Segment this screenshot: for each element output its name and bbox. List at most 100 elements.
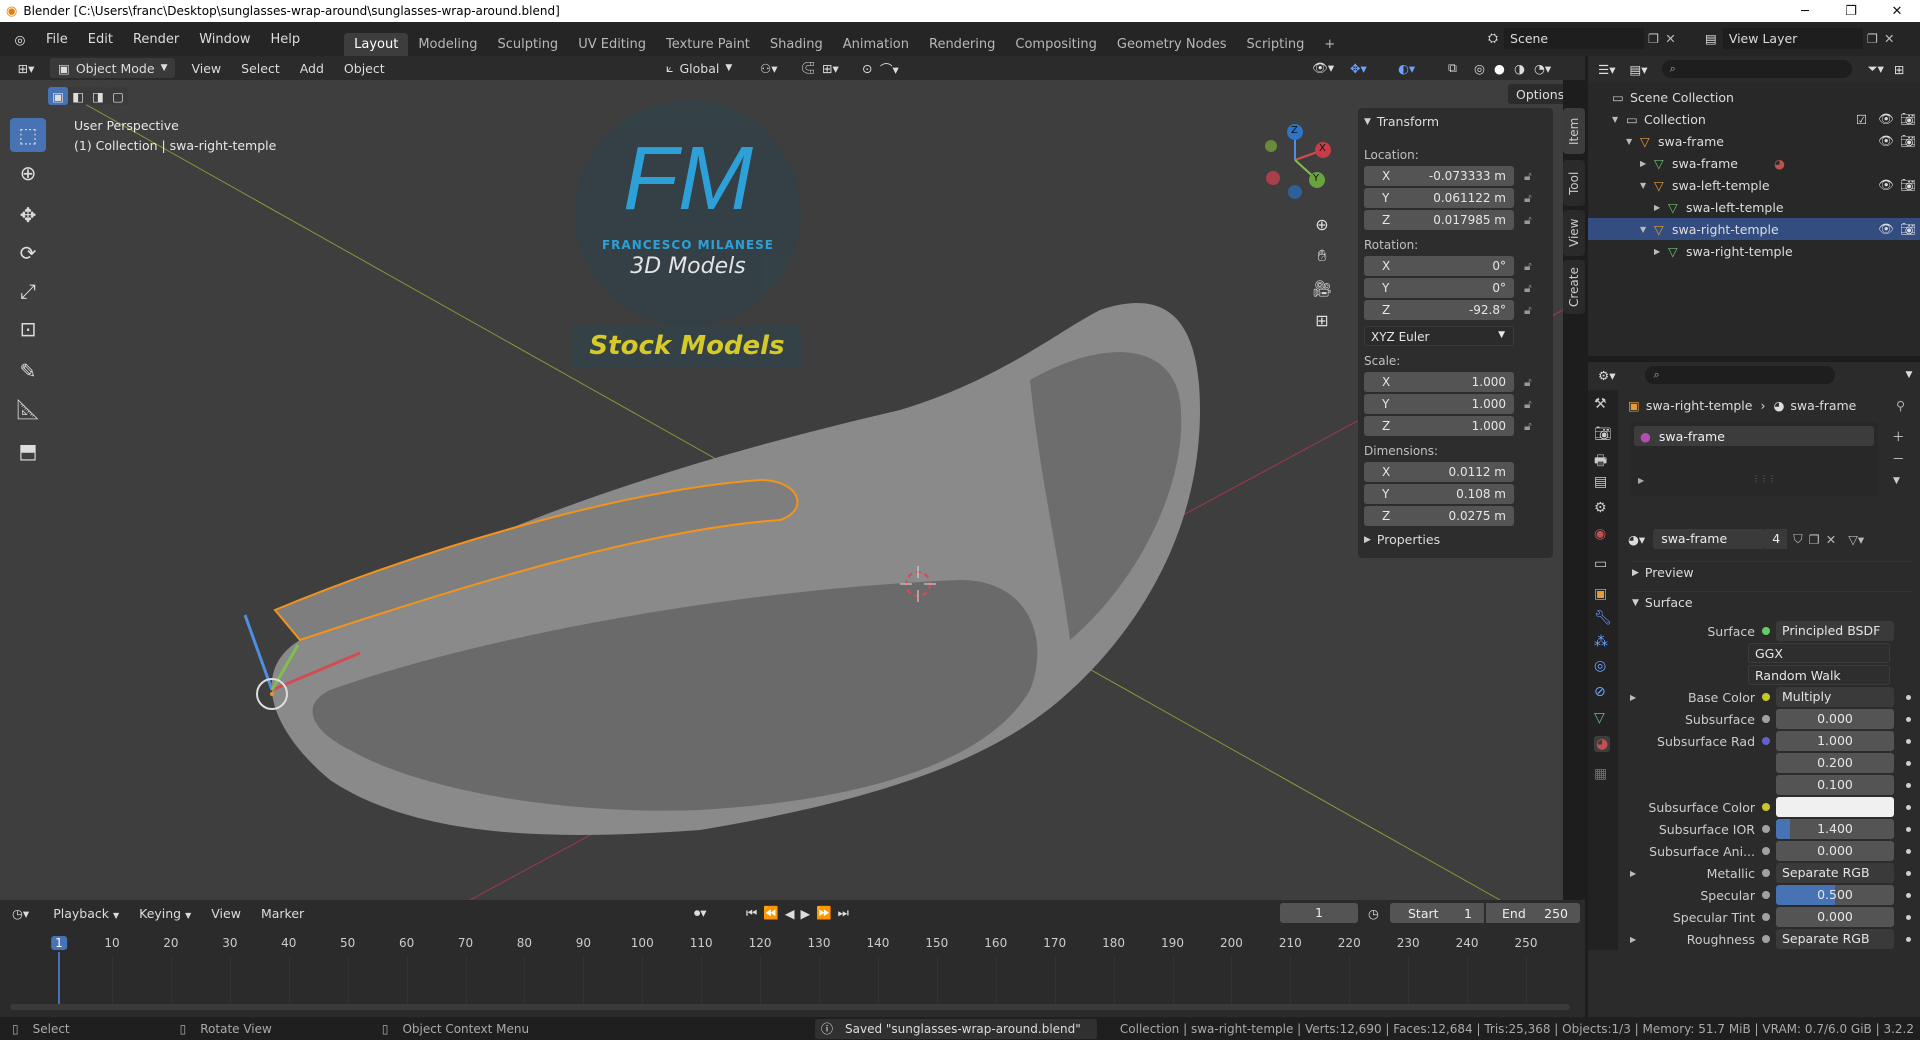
move-tool-icon[interactable]: ✥ <box>10 198 46 232</box>
camera-view-icon[interactable]: 🎥︎ <box>1310 276 1334 300</box>
material-icon[interactable]: ◕ <box>1594 736 1611 752</box>
keyframe-dot-icon[interactable] <box>1906 892 1911 898</box>
socket-icon[interactable] <box>1762 737 1770 745</box>
scale-y-field[interactable]: Y 1.000 <box>1364 394 1514 414</box>
pivot-icon[interactable]: ⚇▾ <box>760 61 777 76</box>
lock-icon[interactable]: 🔓︎ <box>1524 303 1538 317</box>
outliner-row-Scene Collection[interactable]: ▭ Scene Collection <box>1588 86 1920 108</box>
snap-target-icon[interactable]: ⊞▾ <box>822 61 839 76</box>
data-icon[interactable]: ▽ <box>1594 710 1605 726</box>
select-box-tool-icon[interactable]: ⬚ <box>10 118 46 152</box>
chevron-right-icon[interactable]: ▶ <box>1654 247 1660 256</box>
camera-icon[interactable]: 📷︎ <box>1900 177 1916 193</box>
rotation-y-field[interactable]: Y 0° <box>1364 278 1514 298</box>
menu-edit[interactable]: Edit <box>78 32 123 47</box>
workspace-tab-rendering[interactable]: Rendering <box>919 33 1005 56</box>
eye-icon[interactable]: 👁︎ <box>1878 221 1894 237</box>
socket-icon[interactable] <box>1762 693 1770 701</box>
property-value[interactable]: Separate RGB <box>1776 929 1894 949</box>
3d-viewport[interactable]: FM FRANCESCO MILANESE 3D Models Stock Mo… <box>0 80 1563 900</box>
outliner-row-swa-right-temple[interactable]: ▼ ▽ swa-right-temple 👁︎ 📷︎ <box>1588 218 1920 240</box>
transform-tool-icon[interactable]: ⊡ <box>10 312 46 346</box>
chevron-right-icon[interactable]: ▶ <box>1630 869 1636 878</box>
material-browse-icon[interactable]: ◕▾ <box>1628 532 1645 547</box>
dimensions-y-field[interactable]: Y 0.108 m <box>1364 484 1514 504</box>
menu-file[interactable]: File <box>36 32 78 47</box>
socket-icon[interactable] <box>1762 847 1770 855</box>
chevron-right-icon[interactable]: ▶ <box>1654 203 1660 212</box>
duplicate-material-icon[interactable]: ❐ <box>1809 532 1820 547</box>
socket-icon[interactable] <box>1762 803 1770 811</box>
keyframe-dot-icon[interactable] <box>1906 804 1911 810</box>
keyframe-dot-icon[interactable] <box>1906 694 1911 700</box>
gizmo-toggle-icon[interactable]: ✥▾ <box>1350 61 1367 76</box>
socket-icon[interactable] <box>1762 891 1770 899</box>
rotation-x-field[interactable]: X 0° <box>1364 256 1514 276</box>
eye-icon[interactable]: 👁︎ <box>1878 133 1894 149</box>
chevron-down-icon[interactable]: ▼ <box>1640 225 1646 234</box>
rotate-tool-icon[interactable]: ⟳ <box>10 236 46 270</box>
menu-render[interactable]: Render <box>123 32 189 47</box>
workspace-tab-modeling[interactable]: Modeling <box>408 33 487 56</box>
outliner-row-swa-right-temple[interactable]: ▶ ▽ swa-right-temple <box>1588 240 1920 262</box>
keyframe-dot-icon[interactable] <box>1906 870 1911 876</box>
outliner-row-Collection[interactable]: ▼ ▭ Collection ☑ 👁︎ 📷︎ <box>1588 108 1920 130</box>
menu-window[interactable]: Window <box>189 32 260 47</box>
resize-grip-icon[interactable]: ⋮⋮⋮ <box>1752 474 1776 483</box>
workspace-tab-uv-editing[interactable]: UV Editing <box>568 33 656 56</box>
render-icon[interactable]: 📷︎ <box>1594 426 1612 442</box>
transform-header[interactable]: ▼ Transform <box>1364 114 1439 129</box>
outliner-row-swa-left-temple[interactable]: ▼ ▽ swa-left-temple 👁︎ 📷︎ <box>1588 174 1920 196</box>
unlink-material-icon[interactable]: ✕ <box>1826 532 1836 547</box>
keyframe-dot-icon[interactable] <box>1906 848 1911 854</box>
workspace-tab-layout[interactable]: Layout <box>344 33 409 56</box>
world-icon[interactable]: ◉ <box>1594 526 1606 542</box>
workspace-tab-geometry-nodes[interactable]: Geometry Nodes <box>1107 33 1237 56</box>
select-intersect-icon[interactable]: ▢ <box>108 87 128 105</box>
dimensions-x-field[interactable]: X 0.0112 m <box>1364 462 1514 482</box>
saved-report[interactable]: ⓘ Saved "sunglasses-wrap-around.blend" <box>815 1018 1097 1039</box>
editor-type-icon[interactable]: ⚙▾ <box>1598 368 1615 383</box>
scale-x-field[interactable]: X 1.000 <box>1364 372 1514 392</box>
pin-icon[interactable]: ⚲ <box>1896 398 1905 413</box>
rotation-z-field[interactable]: Z -92.8° <box>1364 300 1514 320</box>
lock-icon[interactable]: 🔓︎ <box>1524 213 1538 227</box>
select-extend-icon[interactable]: ◧ <box>68 87 88 105</box>
solid-shading-icon[interactable]: ● <box>1494 61 1505 76</box>
outliner-row-swa-frame[interactable]: ▼ ▽ swa-frame 👁︎ 📷︎ <box>1588 130 1920 152</box>
fake-user-icon[interactable]: ⛉ <box>1793 531 1802 547</box>
camera-icon[interactable]: 📷︎ <box>1900 133 1916 149</box>
material-users-count[interactable]: 4 <box>1765 529 1788 549</box>
workspace-tab-shading[interactable]: Shading <box>760 33 833 56</box>
outliner-row-swa-frame[interactable]: ▶ ▽ swa-frame ◕ <box>1588 152 1920 174</box>
chevron-down-icon[interactable]: ▼ <box>1893 476 1900 486</box>
view-layer-icon[interactable]: ▤ <box>1594 474 1607 490</box>
minimize-button[interactable]: ─ <box>1782 0 1828 22</box>
constraints-icon[interactable]: ⊘ <box>1594 684 1606 700</box>
scene-icon[interactable]: ⚙ <box>1594 500 1607 516</box>
close-window-button[interactable]: ✕ <box>1874 0 1920 22</box>
display-mode-icon[interactable]: ▤▾ <box>1629 62 1647 77</box>
editor-type-icon[interactable]: ⊞▾ <box>12 61 40 76</box>
property-value[interactable]: 0.000 <box>1776 841 1894 861</box>
keyframe-dot-icon[interactable] <box>1906 760 1911 766</box>
keyframe-dot-icon[interactable] <box>1906 936 1911 942</box>
proportional-edit-icon[interactable]: ⊙ <box>862 61 872 76</box>
tool-icon[interactable]: ⚒ <box>1594 396 1607 412</box>
properties-subpanel-header[interactable]: ▶ Properties <box>1364 532 1440 547</box>
rotation-mode-dropdown[interactable]: XYZ Euler ▼ <box>1364 326 1514 346</box>
property-value[interactable]: Separate RGB <box>1776 863 1894 883</box>
chevron-right-icon[interactable]: ▶ <box>1630 693 1636 702</box>
outliner-search-input[interactable]: ⌕ <box>1661 60 1852 78</box>
texture-icon[interactable]: ▦ <box>1594 766 1607 782</box>
select-subtract-icon[interactable]: ◨ <box>88 87 108 105</box>
object-icon[interactable]: ▣ <box>1594 586 1607 602</box>
property-value[interactable]: 1.400 <box>1776 819 1894 839</box>
chevron-right-icon[interactable]: ▶ <box>1638 476 1644 485</box>
material-shading-icon[interactable]: ◑ <box>1514 61 1525 76</box>
color-swatch[interactable] <box>1776 797 1894 817</box>
property-value[interactable]: Multiply <box>1776 687 1894 707</box>
keyframe-dot-icon[interactable] <box>1906 914 1911 920</box>
select-new-icon[interactable]: ▣ <box>48 87 68 105</box>
workspace-tab-scripting[interactable]: Scripting <box>1237 33 1315 56</box>
